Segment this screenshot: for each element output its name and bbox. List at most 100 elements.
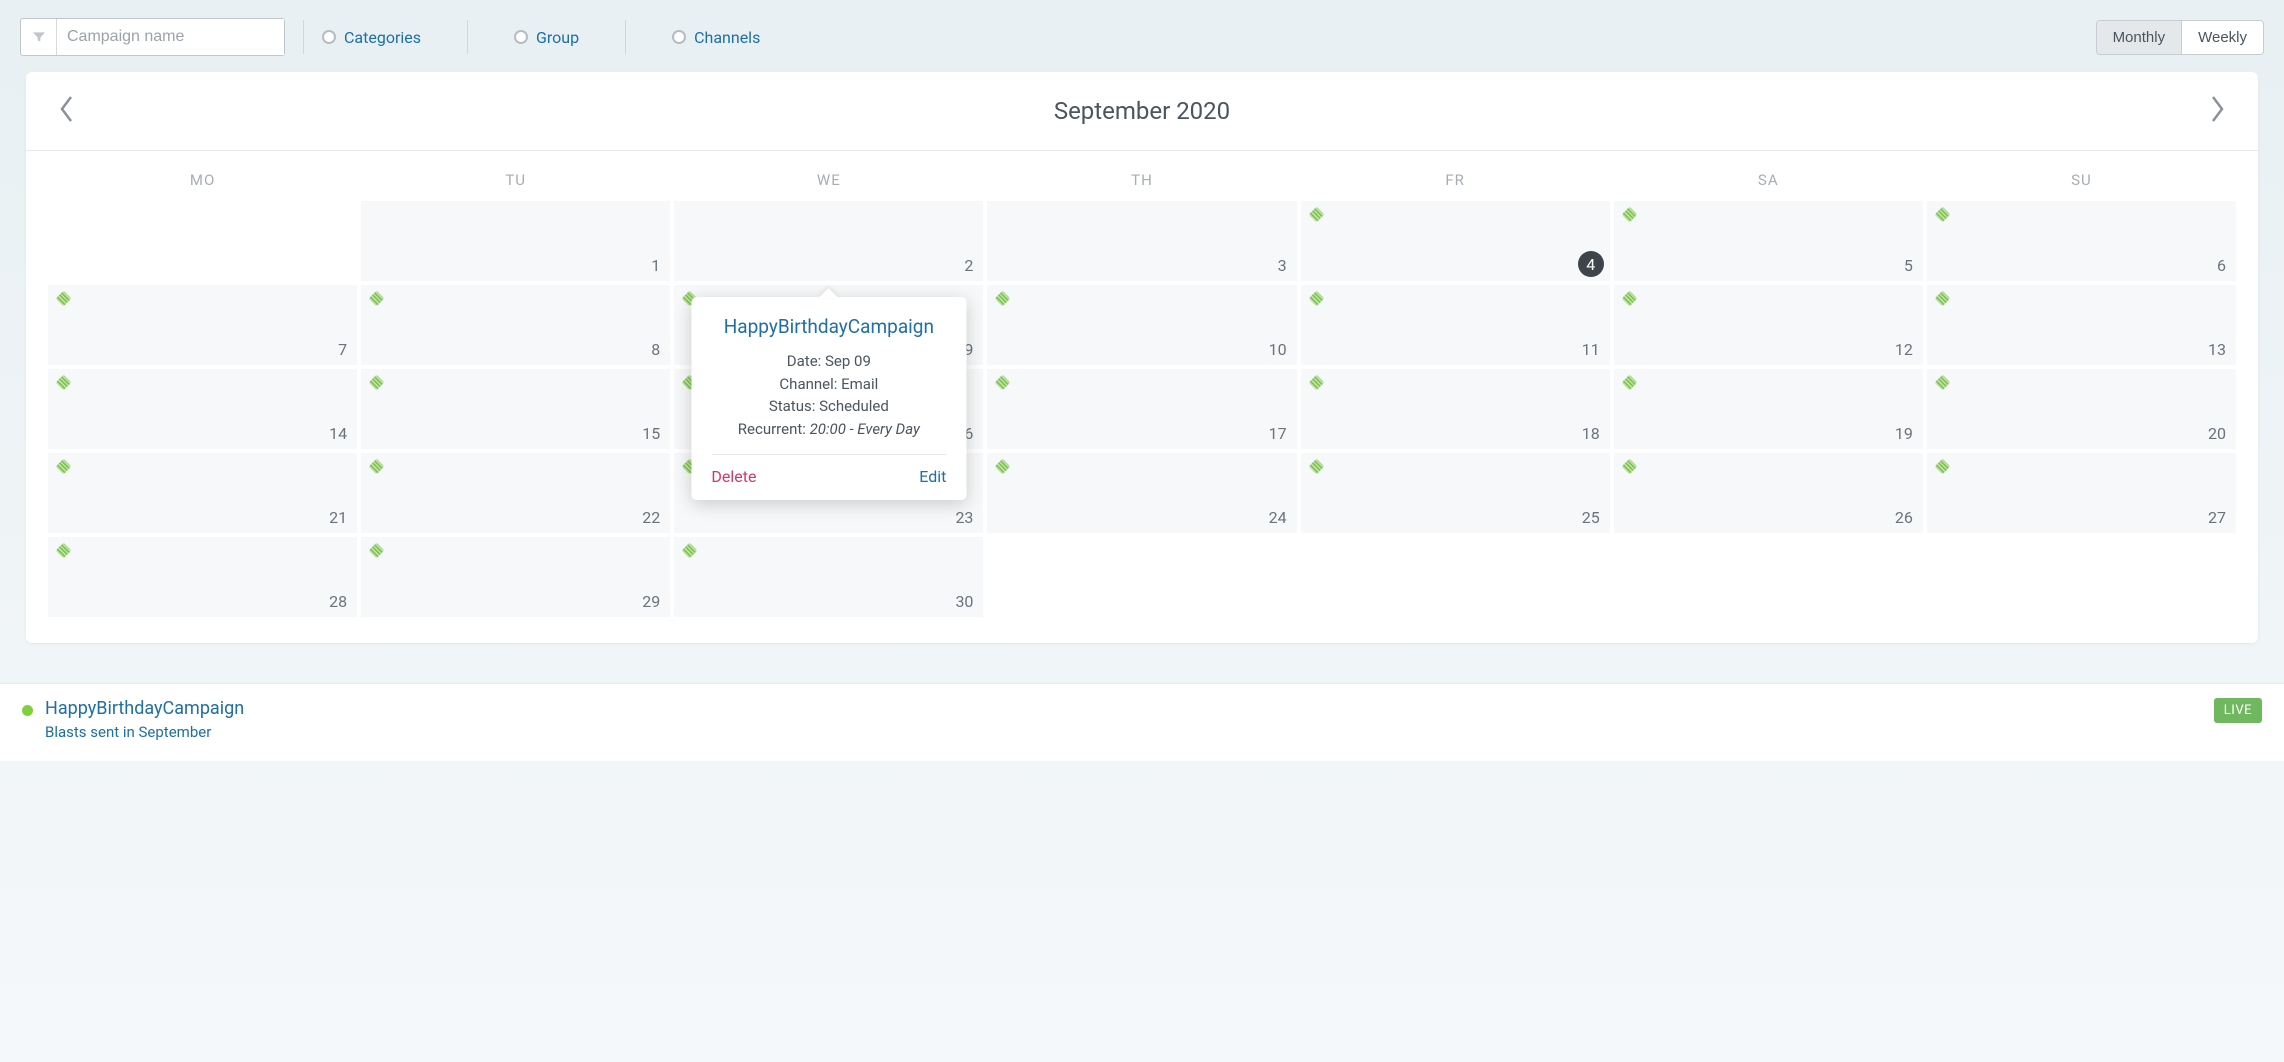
radio-icon <box>672 30 686 44</box>
footer-subtitle: Blasts sent in September <box>45 723 244 741</box>
day-cell[interactable]: 6 <box>1927 201 2236 281</box>
day-number: 7 <box>338 340 347 359</box>
day-number: 1 <box>651 256 660 275</box>
day-number: 25 <box>1582 508 1600 527</box>
event-indicator-icon <box>995 459 1011 475</box>
weekday-label: MO <box>48 167 357 193</box>
filter-channels[interactable]: Channels <box>672 28 760 47</box>
event-indicator-icon <box>369 543 385 559</box>
event-indicator-icon <box>1935 459 1951 475</box>
day-cell[interactable]: 13 <box>1927 285 2236 365</box>
day-cell[interactable]: 28 <box>48 537 357 617</box>
weekday-label: SU <box>1927 167 2236 193</box>
day-cell[interactable]: 3 <box>987 201 1296 281</box>
prev-month-button[interactable] <box>54 90 80 132</box>
popover-channel: Channel: Email <box>711 373 946 396</box>
day-cell[interactable]: 2 <box>674 201 983 281</box>
day-cell[interactable]: 30 <box>674 537 983 617</box>
filter-label: Channels <box>694 28 760 47</box>
day-cell-empty <box>987 537 1296 617</box>
live-badge: LIVE <box>2214 698 2262 723</box>
filter-categories[interactable]: Categories <box>322 28 421 47</box>
weekday-label: FR <box>1301 167 1610 193</box>
day-number: 21 <box>329 508 347 527</box>
delete-button[interactable]: Delete <box>711 467 756 486</box>
filter-links: Categories Group Channels <box>322 20 760 54</box>
event-indicator-icon <box>995 291 1011 307</box>
calendar-title: September 2020 <box>1054 97 1230 125</box>
event-indicator-icon <box>1621 207 1637 223</box>
day-cell[interactable]: 12 <box>1614 285 1923 365</box>
day-number: 22 <box>642 508 660 527</box>
event-indicator-icon <box>1935 291 1951 307</box>
day-number: 15 <box>642 424 660 443</box>
footer-bar: HappyBirthdayCampaign Blasts sent in Sep… <box>0 683 2284 761</box>
search-input[interactable] <box>57 19 284 55</box>
view-monthly-button[interactable]: Monthly <box>2097 21 2182 54</box>
edit-button[interactable]: Edit <box>919 467 946 486</box>
event-indicator-icon <box>682 543 698 559</box>
event-indicator-icon <box>1935 375 1951 391</box>
day-number: 23 <box>955 508 973 527</box>
day-number: 17 <box>1269 424 1287 443</box>
day-cell[interactable]: 21 <box>48 453 357 533</box>
view-weekly-button[interactable]: Weekly <box>2181 21 2263 54</box>
divider <box>467 20 468 54</box>
weekday-label: SA <box>1614 167 1923 193</box>
day-number: 29 <box>642 592 660 611</box>
event-indicator-icon <box>1621 291 1637 307</box>
filter-group[interactable]: Group <box>514 28 579 47</box>
day-cell[interactable]: 11 <box>1301 285 1610 365</box>
event-indicator-icon <box>1935 207 1951 223</box>
search-wrap <box>20 18 285 56</box>
footer-campaign[interactable]: HappyBirthdayCampaign Blasts sent in Sep… <box>22 698 244 741</box>
day-cell[interactable]: 24 <box>987 453 1296 533</box>
weekday-label: TU <box>361 167 670 193</box>
day-cell[interactable]: 15 <box>361 369 670 449</box>
day-cell[interactable]: 9HappyBirthdayCampaignDate: Sep 09Channe… <box>674 285 983 365</box>
day-number: 18 <box>1582 424 1600 443</box>
day-cell[interactable]: 22 <box>361 453 670 533</box>
event-indicator-icon <box>1621 375 1637 391</box>
event-popover: HappyBirthdayCampaignDate: Sep 09Channel… <box>691 297 966 500</box>
event-indicator-icon <box>56 543 72 559</box>
day-number: 28 <box>329 592 347 611</box>
filter-bar: Categories Group Channels Monthly Weekly <box>0 0 2284 72</box>
day-cell[interactable]: 10 <box>987 285 1296 365</box>
popover-status: Status: Scheduled <box>711 395 946 418</box>
calendar-grid: MOTUWETHFRSASU 123456789HappyBirthdayCam… <box>26 151 2258 643</box>
day-cell[interactable]: 26 <box>1614 453 1923 533</box>
day-cell[interactable]: 17 <box>987 369 1296 449</box>
calendar-header: September 2020 <box>26 72 2258 151</box>
filter-icon <box>21 19 57 55</box>
day-cell[interactable]: 14 <box>48 369 357 449</box>
weekday-label: TH <box>987 167 1296 193</box>
day-cell[interactable]: 8 <box>361 285 670 365</box>
day-cell[interactable]: 20 <box>1927 369 2236 449</box>
day-cell[interactable]: 5 <box>1614 201 1923 281</box>
weekday-row: MOTUWETHFRSASU <box>48 167 2236 193</box>
event-indicator-icon <box>56 375 72 391</box>
day-number: 14 <box>329 424 347 443</box>
day-number: 19 <box>1895 424 1913 443</box>
next-month-button[interactable] <box>2204 90 2230 132</box>
event-indicator-icon <box>369 459 385 475</box>
weekday-label: WE <box>674 167 983 193</box>
day-cell[interactable]: 29 <box>361 537 670 617</box>
day-cell[interactable]: 25 <box>1301 453 1610 533</box>
day-cell[interactable]: 7 <box>48 285 357 365</box>
day-cell[interactable]: 19 <box>1614 369 1923 449</box>
event-indicator-icon <box>1308 459 1324 475</box>
day-cell[interactable]: 4 <box>1301 201 1610 281</box>
day-cell[interactable]: 18 <box>1301 369 1610 449</box>
day-number: 2 <box>964 256 973 275</box>
day-number: 27 <box>2208 508 2226 527</box>
divider <box>625 20 626 54</box>
day-number: 10 <box>1269 340 1287 359</box>
day-cell[interactable]: 1 <box>361 201 670 281</box>
popover-title: HappyBirthdayCampaign <box>711 315 946 338</box>
day-number: 6 <box>2217 256 2226 275</box>
day-number: 13 <box>2208 340 2226 359</box>
day-cell[interactable]: 27 <box>1927 453 2236 533</box>
event-indicator-icon <box>1621 459 1637 475</box>
